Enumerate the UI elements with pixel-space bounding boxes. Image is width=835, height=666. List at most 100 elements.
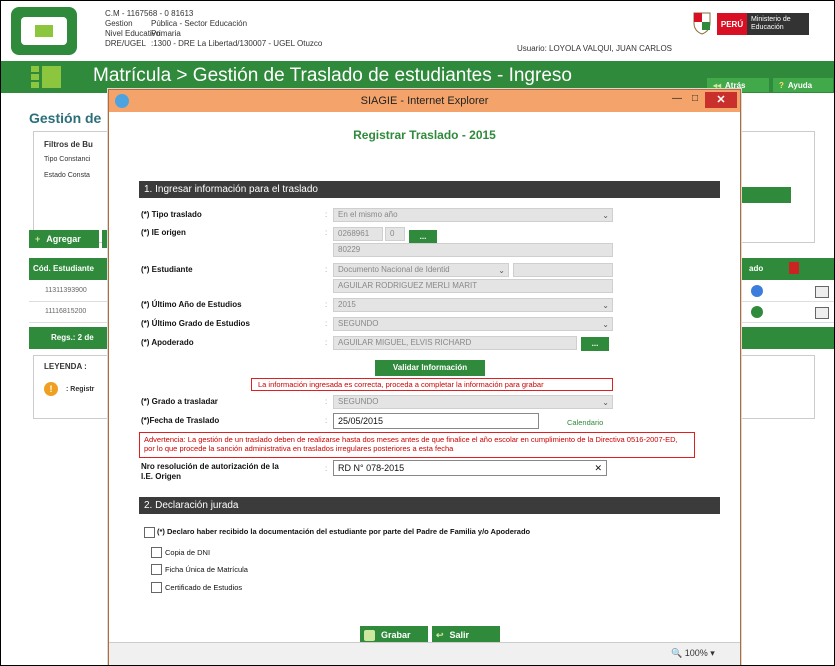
help-button[interactable]: ? Ayuda xyxy=(773,78,833,92)
close-icon[interactable]: ✕ xyxy=(705,92,737,108)
colon: : xyxy=(325,319,328,328)
legend-item: : Registr xyxy=(66,386,95,393)
tipo-traslado-label: (*) Tipo traslado xyxy=(141,210,202,219)
colon: : xyxy=(325,210,328,219)
search-button[interactable] xyxy=(741,187,791,203)
grado-trasladar-select[interactable]: SEGUNDO ⌄ xyxy=(333,395,613,409)
institution-info: C.M - 1167568 - 0 81613 Gestion Pública -… xyxy=(105,9,322,49)
info-key: Nivel Educativo xyxy=(105,29,161,38)
chevron-down-icon: ⌄ xyxy=(498,266,505,275)
menu-grid-icon[interactable] xyxy=(31,66,61,88)
info-value: Primaria xyxy=(151,29,181,38)
info-value: :1300 - DRE La Libertad/130007 - UGEL Ot… xyxy=(151,39,323,48)
info-value: Pública - Sector Educación xyxy=(151,19,248,28)
chevron-down-icon: ⌄ xyxy=(602,320,609,329)
validar-button[interactable]: Validar Información xyxy=(375,360,485,376)
coat-of-arms-icon xyxy=(693,12,711,35)
declaro-checkbox[interactable] xyxy=(144,527,155,538)
warning-message: Advertencia: La gestión de un traslado d… xyxy=(139,432,695,458)
apoderado-field[interactable]: AGUILAR MIGUEL, ELVIS RICHARD xyxy=(333,336,577,350)
colon: : xyxy=(325,300,328,309)
chevron-down-icon: ⌄ xyxy=(602,211,609,220)
success-message: La información ingresada es correcta, pr… xyxy=(251,378,613,391)
print-icon[interactable] xyxy=(815,286,829,298)
grado-trasladar-label: (*) Grado a trasladar xyxy=(141,397,218,406)
clear-icon[interactable]: ✕ xyxy=(594,461,602,475)
resolucion-label-line1: Nro resolución de autorización de la xyxy=(141,462,279,471)
ie-search-button[interactable]: ... xyxy=(409,230,437,244)
info-key: DRE/UGEL xyxy=(105,39,146,48)
grabar-label: Grabar xyxy=(381,630,411,640)
doc-checkbox[interactable] xyxy=(151,547,162,558)
salir-label: Salir xyxy=(449,630,470,640)
tipo-traslado-value: En el mismo año xyxy=(338,210,398,219)
resolucion-label: Nro resolución de autorización de la I.E… xyxy=(141,462,279,482)
ie-code-field[interactable]: 0268961 xyxy=(333,227,383,241)
row-code: 11116815200 xyxy=(45,308,87,315)
zoom-level: 100% xyxy=(684,648,708,658)
colon: : xyxy=(325,265,328,274)
doc-type-value: Documento Nacional de Identid xyxy=(338,265,450,274)
ie-anexo-field[interactable]: 0 xyxy=(385,227,405,241)
section-declaracion-header: 2. Declaración jurada xyxy=(139,497,720,514)
row-code: 11311393900 xyxy=(45,287,87,294)
calendar-link[interactable]: Calendario xyxy=(567,418,603,427)
ie-name-field[interactable]: 80229 xyxy=(333,243,613,257)
doc-checkbox[interactable] xyxy=(151,582,162,593)
colon: : xyxy=(325,464,328,473)
colon: : xyxy=(325,228,328,237)
warning-icon: ! xyxy=(44,382,58,396)
status-info-icon[interactable] xyxy=(751,285,763,297)
background-heading: Gestión de xyxy=(29,110,102,126)
peru-badge: PERÚ xyxy=(717,13,747,35)
ultimo-grado-value: SEGUNDO xyxy=(338,319,379,328)
plus-icon: + xyxy=(35,234,41,244)
student-name-field[interactable]: AGUILAR RODRIGUEZ MERLI MARIT xyxy=(333,279,613,293)
ministerio-badge: Ministerio de Educación xyxy=(747,13,809,35)
filter-estado-label: Estado Consta xyxy=(44,172,90,179)
delete-col-icon xyxy=(789,262,799,274)
doc-label: Certificado de Estudios xyxy=(165,583,243,592)
col-estado: ado xyxy=(749,264,764,273)
fecha-input[interactable]: 25/05/2015 xyxy=(333,413,539,429)
ie-origen-label: (*) IE origen xyxy=(141,228,186,237)
help-icon: ? xyxy=(779,80,784,90)
ultimo-anio-label: (*) Último Año de Estudios xyxy=(141,300,242,309)
window-titlebar: SIAGIE - Internet Explorer — □ ✕ xyxy=(109,90,740,112)
cm-code: C.M - 1167568 - 0 xyxy=(105,9,169,18)
doc-checkbox[interactable] xyxy=(151,564,162,575)
modal-window: SIAGIE - Internet Explorer — □ ✕ Registr… xyxy=(108,89,741,665)
maximize-icon[interactable]: □ xyxy=(687,93,703,107)
apoderado-search-button[interactable]: ... xyxy=(581,337,609,351)
ultimo-anio-select[interactable]: 2015 ⌄ xyxy=(333,298,613,312)
minimize-icon[interactable]: — xyxy=(669,93,685,107)
resolucion-value: RD N° 078-2015 xyxy=(338,463,405,473)
doc-type-select[interactable]: Documento Nacional de Identid ⌄ xyxy=(333,263,509,277)
add-label: Agregar xyxy=(46,234,81,244)
resolucion-input[interactable]: RD N° 078-2015 ✕ xyxy=(333,460,607,476)
resolucion-label-line2: I.E. Origen xyxy=(141,472,182,481)
chevron-down-icon: ⌄ xyxy=(602,301,609,310)
print-icon[interactable] xyxy=(815,307,829,319)
cm-number: 81613 xyxy=(171,9,194,18)
zoom-control[interactable]: 🔍 100% ▾ xyxy=(671,648,715,659)
chevron-down-icon: ⌄ xyxy=(602,398,609,407)
help-label: Ayuda xyxy=(787,80,813,90)
add-button[interactable]: + Agregar xyxy=(29,230,99,248)
save-icon xyxy=(364,629,375,641)
doc-label: Ficha Única de Matrícula xyxy=(165,565,248,574)
doc-number-field[interactable] xyxy=(513,263,613,277)
records-count: Regs.: 2 de xyxy=(51,333,94,342)
form-title: Registrar Traslado - 2015 xyxy=(353,128,496,142)
window-title: SIAGIE - Internet Explorer xyxy=(360,95,489,107)
grado-trasladar-value: SEGUNDO xyxy=(338,397,379,406)
fecha-label: (*)Fecha de Traslado xyxy=(141,416,220,425)
estudiante-label: (*) Estudiante xyxy=(141,265,193,274)
tipo-traslado-select[interactable]: En el mismo año ⌄ xyxy=(333,208,613,222)
ultimo-grado-label: (*) Último Grado de Estudios xyxy=(141,319,250,328)
exit-arrow-icon: ↩ xyxy=(436,629,444,640)
ultimo-grado-select[interactable]: SEGUNDO ⌄ xyxy=(333,317,613,331)
zoom-icon: 🔍 xyxy=(671,648,683,658)
siagie-logo xyxy=(11,7,77,55)
status-ok-icon[interactable] xyxy=(751,306,763,318)
